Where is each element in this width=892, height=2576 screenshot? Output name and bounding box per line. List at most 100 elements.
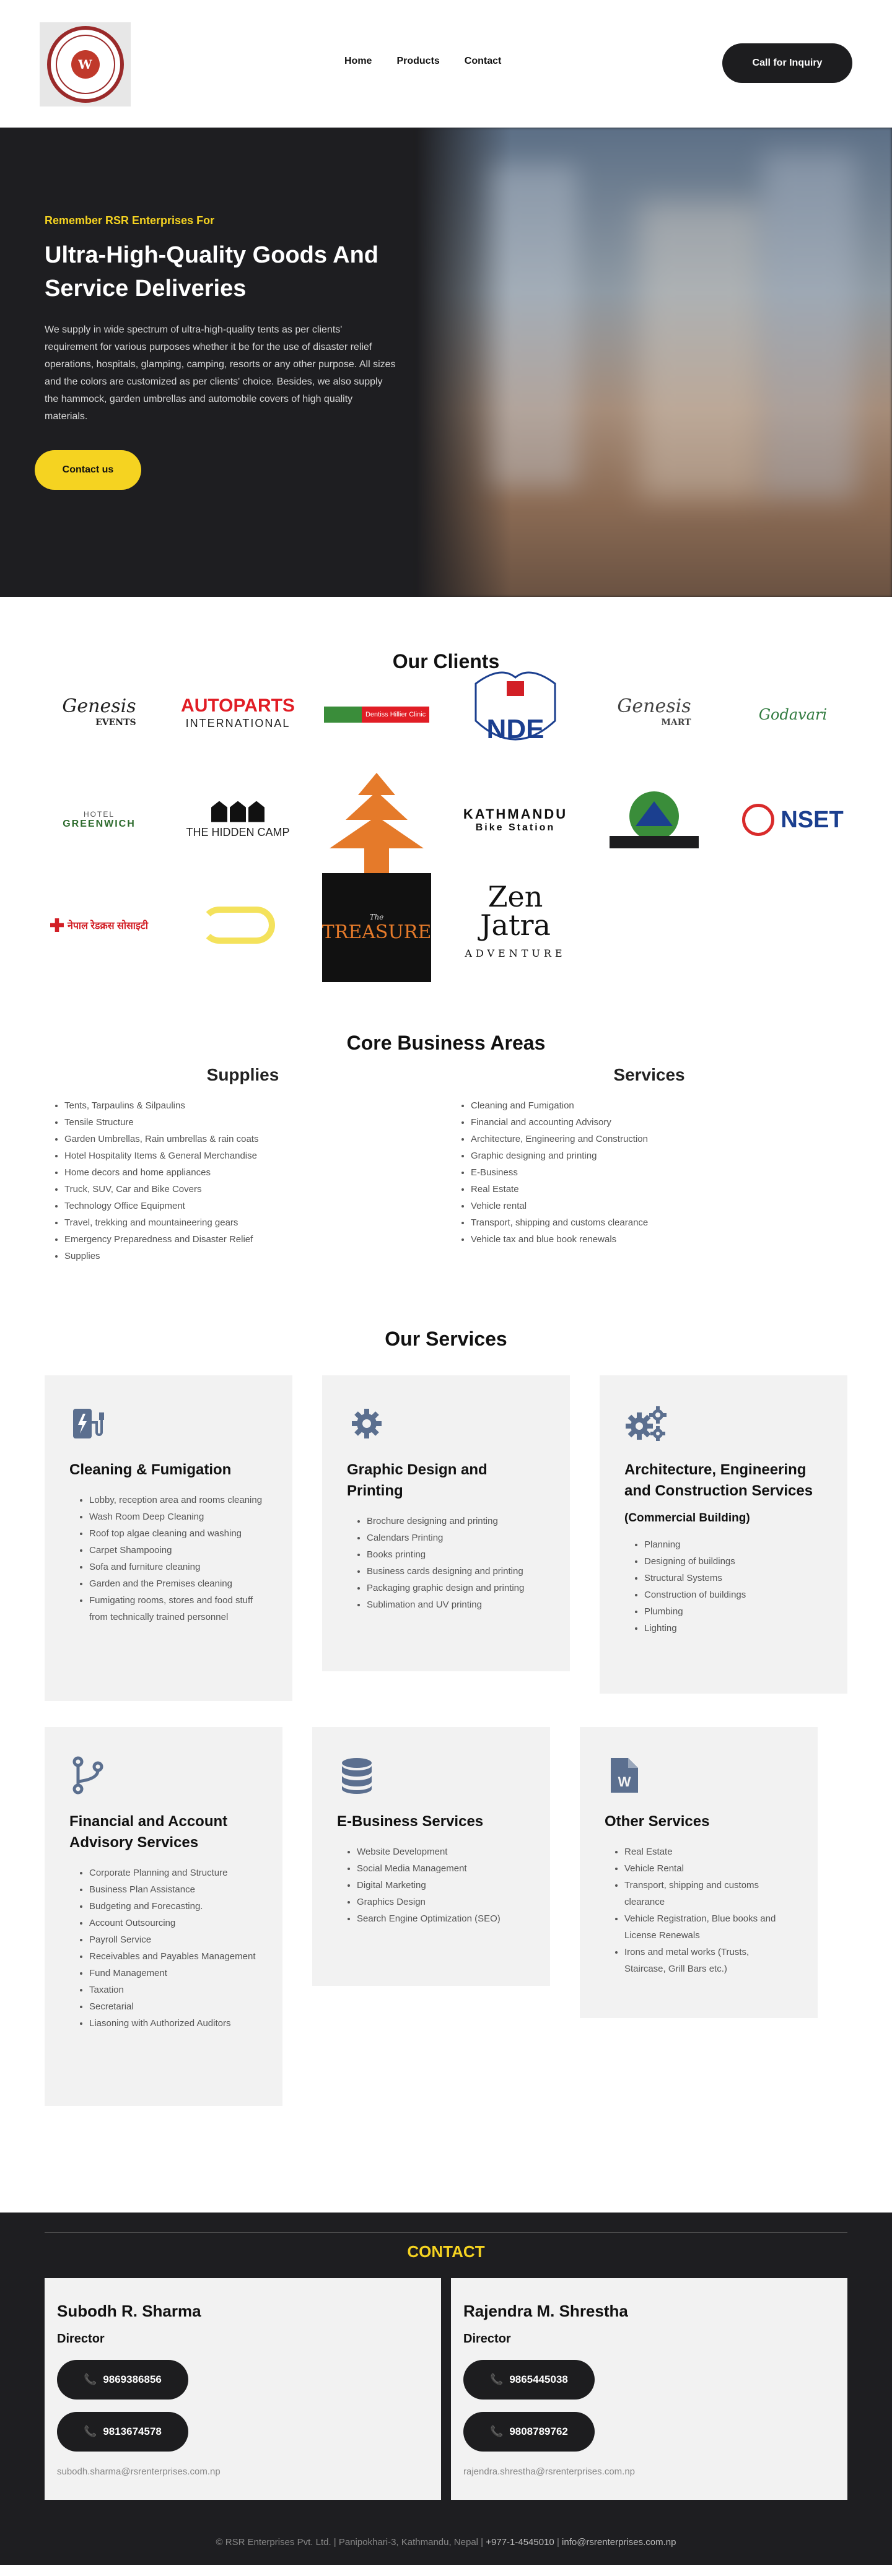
phone-number: 9813674578	[103, 2426, 162, 2437]
services-column-title: Services	[613, 1065, 685, 1084]
contact-name: Subodh R. Sharma	[57, 2302, 201, 2320]
list-item: Vehicle tax and blue book renewals	[471, 1231, 847, 1248]
service-card: Architecture, Engineering and Constructi…	[600, 1375, 847, 1694]
list-item: Digital Marketing	[357, 1877, 525, 1894]
list-item: Sublimation and UV printing	[367, 1596, 545, 1613]
list-item: Real Estate	[471, 1181, 847, 1198]
list-item: Vehicle Registration, Blue books and Lic…	[624, 1910, 793, 1944]
phone-icon: 📞	[84, 2426, 97, 2437]
client-logo-godavari: Godavari	[758, 706, 828, 723]
core-business-title: Core Business Areas	[346, 1032, 546, 1054]
service-card-list: Lobby, reception area and rooms cleaning…	[69, 1492, 268, 1625]
contact-email[interactable]: rajendra.shrestha@rsrenterprises.com.np	[463, 2466, 835, 2477]
list-item: Wash Room Deep Cleaning	[89, 1508, 268, 1525]
list-item: Tents, Tarpaulins & Silpaulins	[64, 1097, 441, 1114]
list-item: Website Development	[357, 1843, 525, 1860]
contact-role: Director	[57, 2332, 105, 2346]
services-column: Services Cleaning and FumigationFinancia…	[451, 1065, 847, 1248]
client-logo-genesis-mart: Genesis MART	[617, 695, 691, 728]
company-logo[interactable]: W	[40, 22, 131, 107]
footer-phone[interactable]: +977-1-4545010	[486, 2537, 554, 2548]
hero-description: We supply in wide spectrum of ultra-high…	[45, 324, 396, 422]
ev-charger-icon	[69, 1404, 268, 1443]
client-logo-nset: NSET	[738, 783, 847, 857]
contact-name: Rajendra M. Shrestha	[463, 2302, 628, 2320]
list-item: Vehicle Rental	[624, 1860, 793, 1877]
hero-content: Remember RSR Enterprises For Ultra-High-…	[35, 214, 398, 490]
client-logo-autoparts: AUTOPARTS INTERNATIONAL	[181, 695, 295, 730]
client-logo-red-cross: नेपाल रेडक्रस सोसाइटी	[45, 888, 154, 962]
supplies-list: Tents, Tarpaulins & SilpaulinsTensile St…	[45, 1097, 441, 1264]
list-item: Taxation	[89, 1982, 258, 1998]
service-card: Financial and Account Advisory Services C…	[45, 1727, 282, 2106]
list-item: Truck, SUV, Car and Bike Covers	[64, 1181, 441, 1198]
service-card-title: Other Services	[605, 1813, 710, 1830]
service-card: Cleaning & Fumigation Lobby, reception ar…	[45, 1375, 292, 1701]
word-file-icon: W	[605, 1756, 793, 1795]
list-item: Receivables and Payables Management	[89, 1948, 258, 1965]
hero-section: Remember RSR Enterprises For Ultra-High-…	[0, 128, 892, 597]
contact-email[interactable]: subodh.sharma@rsrenterprises.com.np	[57, 2466, 429, 2477]
nde-wordmark: NDE	[487, 714, 544, 744]
client-logo-kathmandu-bike-station: KATHMANDU Bike Station	[463, 806, 568, 833]
contact-card: Rajendra M. Shrestha Director 📞 9865445038 📞…	[451, 2278, 847, 2500]
list-item: Transport, shipping and customs clearanc…	[471, 1214, 847, 1231]
list-item: Brochure designing and printing	[367, 1513, 545, 1530]
client-logo-hidden-camp: THE HIDDEN CAMP	[183, 783, 292, 857]
list-item: Vehicle rental	[471, 1198, 847, 1214]
list-item: Fumigating rooms, stores and food stuff …	[89, 1592, 268, 1625]
list-item: Technology Office Equipment	[64, 1198, 441, 1214]
contact-divider	[45, 2232, 847, 2233]
phone-button[interactable]: 📞 9865445038	[463, 2360, 595, 2400]
supplies-title: Supplies	[206, 1065, 279, 1084]
list-item: Hotel Hospitality Items & General Mercha…	[64, 1147, 441, 1164]
service-card-list: Website DevelopmentSocial Media Manageme…	[337, 1843, 525, 1927]
phone-button[interactable]: 📞 9869386856	[57, 2360, 188, 2400]
list-item: Construction of buildings	[644, 1586, 823, 1603]
client-logo-nde: NDE	[461, 665, 570, 764]
list-item: Lobby, reception area and rooms cleaning	[89, 1492, 268, 1508]
client-logo-greenwich: HOTEL GREENWICH	[63, 810, 136, 829]
phone-button[interactable]: 📞 9813674578	[57, 2412, 188, 2452]
footer-email[interactable]: info@rsrenterprises.com.np	[562, 2537, 676, 2548]
database-icon	[337, 1756, 525, 1795]
call-for-inquiry-button[interactable]: Call for Inquiry	[722, 43, 852, 83]
contact-us-button[interactable]: Contact us	[35, 450, 141, 490]
phone-icon: 📞	[490, 2426, 504, 2437]
list-item: Graphics Design	[357, 1894, 525, 1910]
hero-title: Ultra-High-Quality Goods And Service Del…	[45, 242, 379, 302]
service-card: E-Business Services Website DevelopmentSo…	[312, 1727, 550, 1986]
list-item: Packaging graphic design and printing	[367, 1580, 545, 1596]
svg-text:W: W	[618, 1774, 631, 1790]
list-item: Fund Management	[89, 1965, 258, 1982]
list-item: Planning	[644, 1536, 823, 1553]
nav-products[interactable]: Products	[396, 56, 439, 67]
list-item: Secretarial	[89, 1998, 258, 2015]
list-item: Carpet Shampooing	[89, 1542, 268, 1559]
service-card-list: Real EstateVehicle RentalTransport, ship…	[605, 1843, 793, 1977]
list-item: Books printing	[367, 1546, 545, 1563]
client-logo-pokhara-mountain-bike	[600, 783, 709, 857]
nav-contact[interactable]: Contact	[465, 56, 502, 67]
supplies-column: Supplies Tents, Tarpaulins & SilpaulinsT…	[45, 1065, 441, 1264]
list-item: Irons and metal works (Trusts, Staircase…	[624, 1944, 793, 1977]
list-item: Roof top algae cleaning and washing	[89, 1525, 268, 1542]
gear-icon	[347, 1404, 545, 1443]
clients-title: Our Clients	[392, 650, 500, 672]
list-item: Home decors and home appliances	[64, 1164, 441, 1181]
list-item: Structural Systems	[644, 1570, 823, 1586]
core-services-list: Cleaning and FumigationFinancial and acc…	[451, 1097, 847, 1248]
service-card-subtitle: (Commercial Building)	[624, 1512, 750, 1525]
list-item: Payroll Service	[89, 1931, 258, 1948]
list-item: E-Business	[471, 1164, 847, 1181]
contact-title: CONTACT	[407, 2242, 485, 2261]
list-item: Real Estate	[624, 1843, 793, 1860]
list-item: Graphic designing and printing	[471, 1147, 847, 1164]
phone-button[interactable]: 📞 9808789762	[463, 2412, 595, 2452]
hero-background-image	[416, 128, 892, 597]
phone-number: 9865445038	[509, 2374, 568, 2385]
logo-mark: W	[71, 50, 100, 79]
service-card-title: Financial and Account Advisory Services	[69, 1813, 228, 1851]
nav-home[interactable]: Home	[344, 56, 372, 67]
list-item: Business cards designing and printing	[367, 1563, 545, 1580]
